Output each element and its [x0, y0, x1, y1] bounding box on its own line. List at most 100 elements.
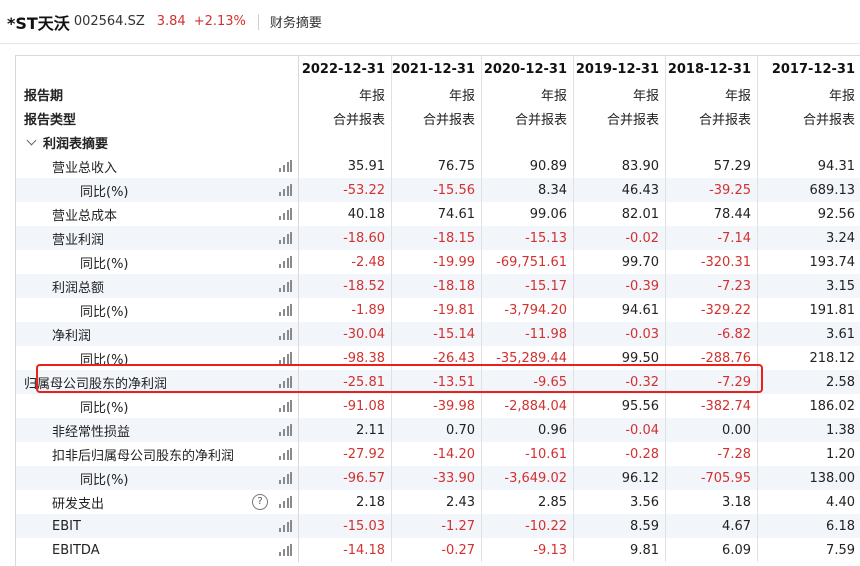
column-header-date[interactable]: 2021-12-31 [392, 56, 482, 82]
table-cell: 7.59 [826, 542, 855, 558]
table-cell: 9.81 [574, 538, 666, 562]
row-label: 利润表摘要 [16, 130, 298, 154]
stock-header: *ST天沃 002564.SZ 3.84 +2.13% 财务摘要 [0, 0, 860, 44]
table-cell: 218.12 [809, 350, 856, 366]
bar-chart-icon[interactable] [278, 256, 292, 268]
bar-chart-icon[interactable] [278, 232, 292, 244]
table-cell: 年报 [666, 82, 758, 106]
table-row: 同比(%) -2.48 -19.99 -69,751.61 99.70 -320.31 19… [16, 250, 860, 274]
table-cell: 90.89 [482, 154, 574, 178]
table-cell: 92.56 [817, 206, 855, 222]
table-row: 报告类型 合并报表 合并报表 合并报表 合并报表 合并报表 合并报表 [16, 106, 860, 130]
table-cell: 0.96 [482, 418, 574, 442]
table-cell: 4.67 [666, 514, 758, 538]
section-title[interactable]: 利润表摘要 [43, 133, 108, 152]
table-cell: 193.74 [809, 254, 856, 270]
bar-chart-icon[interactable] [278, 328, 292, 340]
table-cell: 83.90 [574, 154, 666, 178]
table-cell: 82.01 [574, 202, 666, 226]
table-row: 同比(%) -96.57 -33.90 -3,649.02 96.12 -705.95 13… [16, 466, 860, 490]
table-cell [574, 130, 666, 154]
table-cell: 186.02 [809, 398, 856, 414]
column-header-date[interactable]: 2017-12-31 [758, 56, 860, 82]
table-cell: -30.04 [299, 322, 392, 346]
table-cell: -7.23 [666, 274, 758, 298]
table-cell: -18.52 [299, 274, 392, 298]
metric-label: 同比(%) [80, 352, 129, 368]
bar-chart-icon[interactable] [278, 160, 292, 172]
bar-chart-icon[interactable] [278, 448, 292, 460]
table-cell: -9.65 [482, 370, 574, 394]
chevron-down-icon[interactable] [26, 135, 37, 145]
row-label: 非经常性损益 [16, 418, 298, 442]
row-label: 归属母公司股东的净利润 [16, 370, 298, 394]
table-cell: -14.20 [392, 442, 482, 466]
metric-label: 同比(%) [80, 184, 129, 200]
column-header-date[interactable]: 2020-12-31 [482, 56, 574, 82]
table-cell: -7.29 [666, 370, 758, 394]
row-label: 同比(%) [16, 250, 298, 274]
table-row: 同比(%) -98.38 -26.43 -35,289.44 99.50 -288.76 2… [16, 346, 860, 370]
table-row: 同比(%) -1.89 -19.81 -3,794.20 94.61 -329.22 191… [16, 298, 860, 322]
metric-label: 归属母公司股东的净利润 [24, 376, 168, 392]
column-header-date[interactable]: 2022-12-31 [299, 56, 392, 82]
row-label: 同比(%) [16, 298, 298, 322]
bar-chart-icon[interactable] [278, 208, 292, 220]
table-row: 报告期 年报 年报 年报 年报 年报 年报 [16, 82, 860, 106]
row-label [16, 56, 298, 82]
table-cell: 40.18 [299, 202, 392, 226]
table-cell: -11.98 [482, 322, 574, 346]
bar-chart-icon[interactable] [278, 304, 292, 316]
table-cell: -15.17 [482, 274, 574, 298]
table-cell: 3.18 [666, 490, 758, 514]
table-cell: -39.25 [666, 178, 758, 202]
table-cell: -15.13 [482, 226, 574, 250]
row-label: 营业利润 [16, 226, 298, 250]
table-cell: -382.74 [666, 394, 758, 418]
table-row: 营业总收入 35.91 76.75 90.89 83.90 57.29 94.31 [16, 154, 860, 178]
table-cell: 3.61 [826, 326, 855, 342]
metric-label: 营业总收入 [52, 160, 118, 176]
bar-chart-icon[interactable] [278, 496, 292, 508]
bar-chart-icon[interactable] [278, 424, 292, 436]
table-row: 同比(%) -53.22 -15.56 8.34 46.43 -39.25 689.13 [16, 178, 860, 202]
column-header-date[interactable]: 2018-12-31 [666, 56, 758, 82]
question-circle-icon[interactable]: ? [252, 494, 268, 510]
bar-chart-icon[interactable] [278, 280, 292, 292]
table-cell: 2.43 [392, 490, 482, 514]
table-cell: 8.34 [482, 178, 574, 202]
table-cell: 3.56 [574, 490, 666, 514]
table-cell: 年报 [574, 82, 666, 106]
table-cell: 1.20 [826, 446, 855, 462]
table-cell: 4.40 [826, 494, 855, 510]
table-row: EBIT -15.03 -1.27 -10.22 8.59 4.67 6.18 [16, 514, 860, 538]
tab-financial-summary[interactable]: 财务摘要 [270, 12, 322, 31]
table-cell: -15.56 [392, 178, 482, 202]
table-cell: -3,649.02 [482, 466, 574, 490]
bar-chart-icon[interactable] [278, 376, 292, 388]
table-cell: -1.27 [392, 514, 482, 538]
metric-label: 同比(%) [80, 304, 129, 320]
bar-chart-icon[interactable] [278, 544, 292, 556]
table-cell: -14.18 [299, 538, 392, 562]
metric-label: 同比(%) [80, 472, 129, 488]
bar-chart-icon[interactable] [278, 520, 292, 532]
row-label: 净利润 [16, 322, 298, 346]
bar-chart-icon[interactable] [278, 352, 292, 364]
table-cell: 合并报表 [392, 106, 482, 130]
table-row: 研发支出? 2.18 2.43 2.85 3.56 3.18 4.40 [16, 490, 860, 514]
table-cell: 1.38 [826, 422, 855, 438]
bar-chart-icon[interactable] [278, 400, 292, 412]
table-cell: -39.98 [392, 394, 482, 418]
row-label: 同比(%) [16, 466, 298, 490]
column-header-date[interactable]: 2019-12-31 [574, 56, 666, 82]
bar-chart-icon[interactable] [278, 472, 292, 484]
bar-chart-icon[interactable] [278, 184, 292, 196]
table-cell [482, 130, 574, 154]
table-cell: -3,794.20 [482, 298, 574, 322]
stock-code: 002564.SZ [73, 14, 145, 29]
table-cell: 57.29 [666, 154, 758, 178]
table-cell: 2.11 [299, 418, 392, 442]
table-row: 归属母公司股东的净利润 -25.81 -13.51 -9.65 -0.32 -7.29 2.… [16, 370, 860, 394]
table-cell: -0.03 [574, 322, 666, 346]
